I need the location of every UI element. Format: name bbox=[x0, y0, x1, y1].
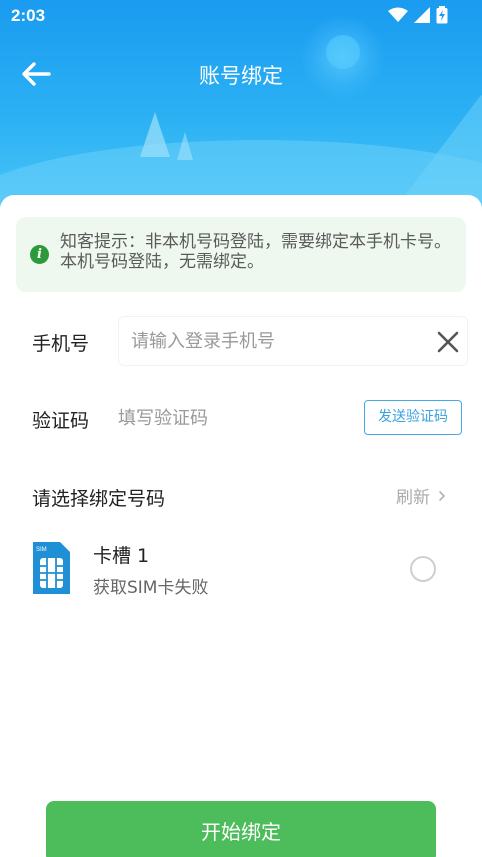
tip-banner: i 知客提示：非本机号码登陆，需要绑定本手机卡号。本机号码登陆，无需绑定。 bbox=[16, 217, 466, 292]
header-banner bbox=[0, 0, 482, 215]
tip-text: 知客提示：非本机号码登陆，需要绑定本手机卡号。本机号码登陆，无需绑定。 bbox=[60, 232, 451, 272]
signal-icon bbox=[414, 7, 430, 23]
refresh-label: 刷新 bbox=[396, 488, 430, 508]
start-bind-button[interactable]: 开始绑定 bbox=[46, 801, 436, 857]
chevron-right-icon bbox=[438, 490, 446, 501]
sim-icon-text: SIM bbox=[36, 547, 47, 553]
tree-decoration bbox=[140, 112, 170, 157]
phone-input[interactable] bbox=[131, 327, 421, 355]
phone-label: 手机号 bbox=[32, 333, 90, 355]
sim-slot-radio[interactable] bbox=[410, 556, 436, 582]
page-title: 账号绑定 bbox=[199, 64, 283, 88]
code-label: 验证码 bbox=[32, 410, 90, 432]
code-input[interactable] bbox=[118, 404, 338, 432]
sim-slot-title: 卡槽 1 bbox=[93, 545, 150, 567]
refresh-button[interactable]: 刷新 bbox=[396, 483, 446, 508]
nav-bar: 账号绑定 bbox=[0, 52, 482, 96]
sim-slot-status: 获取SIM卡失败 bbox=[93, 578, 209, 598]
phone-input-box bbox=[118, 316, 468, 366]
send-code-button[interactable]: 发送验证码 bbox=[364, 400, 462, 435]
status-time: 2:03 bbox=[11, 6, 46, 25]
status-icons bbox=[388, 6, 448, 24]
battery-charging-icon bbox=[436, 6, 448, 24]
wifi-icon bbox=[388, 7, 408, 22]
select-number-label: 请选择绑定号码 bbox=[32, 488, 166, 510]
close-icon[interactable] bbox=[435, 329, 461, 355]
info-icon: i bbox=[30, 245, 49, 264]
status-bar: 2:03 bbox=[0, 0, 482, 32]
sim-card-icon: SIM bbox=[33, 542, 70, 594]
content-card bbox=[0, 195, 482, 857]
